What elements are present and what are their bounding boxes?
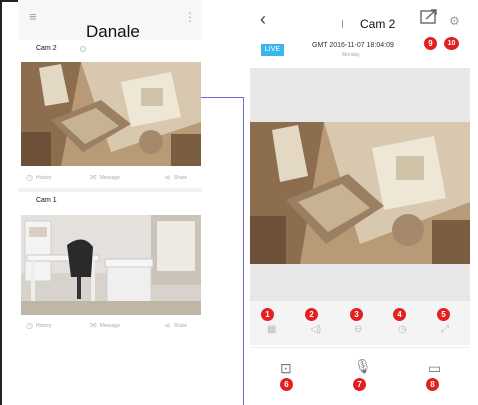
- clock-icon[interactable]: ◷: [398, 324, 407, 335]
- history-button[interactable]: ◷ History: [26, 173, 52, 182]
- marker-5: 5: [437, 308, 450, 321]
- connector-line: [201, 97, 244, 98]
- app-title: Danale: [86, 22, 140, 41]
- marker-6: 6: [280, 378, 293, 391]
- camera-icon[interactable]: ⊡: [280, 360, 292, 377]
- message-button[interactable]: ✉ Message: [90, 173, 120, 182]
- share-icon[interactable]: [420, 8, 438, 24]
- marker-2: 2: [305, 308, 318, 321]
- live-badge: LIVE: [261, 44, 284, 56]
- share-icon: ⋖: [164, 321, 171, 330]
- marker-7: 7: [353, 378, 366, 391]
- device-list-screen: ≡ Danale ⋮ Cam 2 ◷ History ✉ Message ⋖ S…: [18, 0, 202, 340]
- marker-4: 4: [393, 308, 406, 321]
- marker-9: 9: [424, 37, 437, 50]
- more-icon[interactable]: ⋮: [184, 10, 196, 24]
- marker-8: 8: [426, 378, 439, 391]
- app-header: ≡ Danale ⋮: [18, 0, 202, 41]
- timestamp: GMT 2016-11-07 18:04:09: [312, 42, 394, 49]
- zoom-icon[interactable]: ⊖: [354, 324, 362, 335]
- card-action-bar: ◷ History ✉ Message ⋖ Share: [18, 168, 202, 186]
- history-icon: ◷: [26, 321, 33, 330]
- message-icon: ✉: [90, 173, 97, 182]
- message-button[interactable]: ✉ Message: [90, 321, 120, 330]
- back-icon[interactable]: ‹: [260, 10, 266, 28]
- camera-card-cam1[interactable]: Cam 1 ◷ History ✉ Message ⋖ Share: [18, 192, 202, 340]
- grid-icon[interactable]: ▦: [267, 324, 276, 335]
- live-header: ‹ Cam 2 ⚙: [250, 0, 470, 40]
- microphone-icon[interactable]: 🎙: [354, 358, 372, 375]
- connector-line: [243, 97, 244, 405]
- camera-thumbnail[interactable]: [21, 62, 201, 166]
- marker-1: 1: [261, 308, 274, 321]
- marker-10: 10: [444, 37, 459, 50]
- header-divider: [342, 20, 343, 28]
- camera-card-cam2[interactable]: Cam 2 ◷ History ✉ Message ⋖ Share: [18, 40, 202, 188]
- fullscreen-icon[interactable]: ⤢: [441, 324, 449, 335]
- history-icon: ◷: [26, 173, 33, 182]
- status-row: LIVE GMT 2016-11-07 18:04:09 Monday: [250, 40, 470, 66]
- card-action-bar: ◷ History ✉ Message ⋖ Share: [18, 316, 202, 334]
- camera-thumbnail[interactable]: [21, 215, 201, 315]
- menu-icon[interactable]: ≡: [29, 10, 41, 23]
- camera-title: Cam 2: [360, 17, 396, 31]
- control-bar: [250, 301, 470, 345]
- camera-name: Cam 1: [36, 197, 57, 204]
- camera-name: Cam 2: [36, 45, 57, 52]
- online-status-icon: [80, 46, 86, 52]
- live-video[interactable]: [250, 122, 470, 264]
- speaker-icon[interactable]: ◁): [310, 324, 321, 335]
- gear-icon[interactable]: ⚙: [449, 14, 460, 28]
- live-view-screen: ‹ Cam 2 ⚙ LIVE GMT 2016-11-07 18:04:09 M…: [250, 0, 470, 405]
- frame-border-left: [0, 0, 2, 405]
- share-button[interactable]: ⋖ Share: [164, 321, 187, 330]
- share-icon: ⋖: [164, 173, 171, 182]
- message-icon: ✉: [90, 321, 97, 330]
- share-button[interactable]: ⋖ Share: [164, 173, 187, 182]
- record-icon[interactable]: ▭: [428, 360, 441, 377]
- weekday: Monday: [342, 52, 360, 58]
- marker-3: 3: [350, 308, 363, 321]
- frame-border-top: [0, 0, 18, 2]
- history-button[interactable]: ◷ History: [26, 321, 52, 330]
